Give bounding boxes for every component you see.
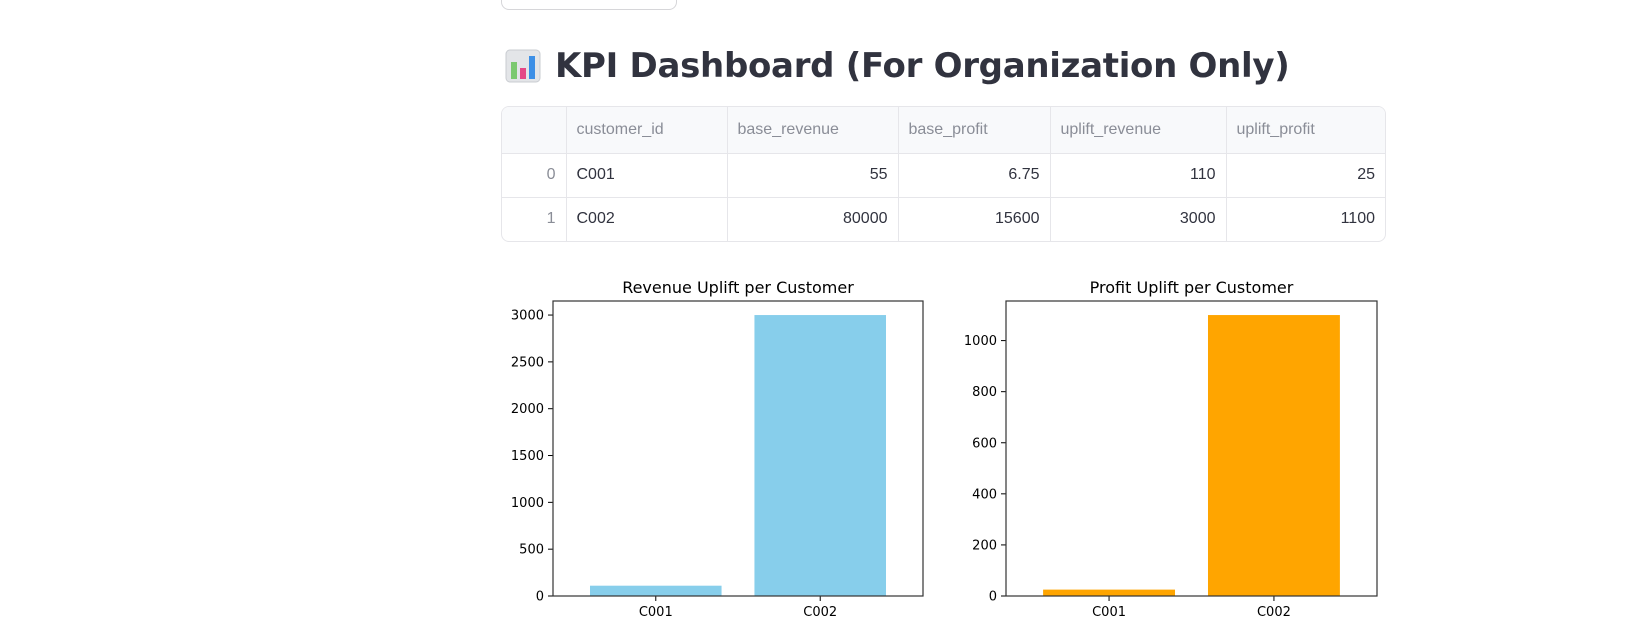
x-tick-label: C001 [639, 605, 673, 620]
cell-base-revenue[interactable]: 55 [727, 153, 899, 198]
y-tick-label: 1500 [511, 449, 544, 464]
table-row[interactable]: 0 C001 55 6.75 110 25 [502, 153, 1385, 198]
y-tick-label: 500 [519, 543, 544, 558]
kpi-table[interactable]: customer_id base_revenue base_profit upl… [501, 106, 1386, 242]
column-header-uplift-revenue[interactable]: uplift_revenue [1050, 107, 1227, 154]
y-tick-label: 2000 [511, 402, 544, 417]
plot-frame [552, 300, 924, 597]
column-header-customer-id[interactable]: customer_id [566, 107, 728, 154]
cell-base-profit[interactable]: 6.75 [898, 153, 1051, 198]
cell-base-revenue[interactable]: 80000 [727, 197, 899, 241]
top-select-widget[interactable] [501, 0, 677, 10]
bar-c002 [754, 315, 886, 596]
page-title: KPI Dashboard (For Organization Only) [555, 46, 1290, 86]
column-header-index[interactable] [502, 107, 567, 154]
table-header-row: customer_id base_revenue base_profit upl… [502, 107, 1385, 154]
cell-uplift-revenue[interactable]: 110 [1050, 153, 1227, 198]
y-tick-label: 600 [972, 436, 997, 451]
column-header-base-revenue[interactable]: base_revenue [727, 107, 899, 154]
plot-frame [1005, 300, 1378, 597]
bar-c001 [1043, 589, 1176, 596]
table-row[interactable]: 1 C002 80000 15600 3000 1100 [502, 197, 1385, 241]
cell-base-profit[interactable]: 15600 [898, 197, 1051, 241]
chart-title: Profit Uplift per Customer [1090, 278, 1294, 297]
bar-c002 [1207, 315, 1340, 596]
bar-chart-emoji-icon [505, 49, 541, 83]
cell-customer-id[interactable]: C001 [566, 153, 728, 198]
y-tick-label: 400 [972, 487, 997, 502]
cell-uplift-revenue[interactable]: 3000 [1050, 197, 1227, 241]
x-tick-label: C002 [1257, 605, 1291, 620]
column-header-base-profit[interactable]: base_profit [898, 107, 1051, 154]
y-tick-label: 1000 [511, 496, 544, 511]
y-tick-label: 800 [972, 385, 997, 400]
x-tick-label: C002 [803, 605, 837, 620]
row-index: 0 [502, 153, 567, 198]
row-index: 1 [502, 197, 567, 241]
uplift-charts: C001 C002050010001500200025003000Revenue … [511, 278, 1378, 620]
y-tick-label: 0 [536, 590, 544, 605]
y-tick-label: 1000 [964, 334, 997, 349]
y-tick-label: 200 [972, 538, 997, 553]
cell-uplift-profit[interactable]: 1100 [1226, 197, 1385, 241]
y-tick-label: 0 [989, 590, 997, 605]
page-heading: KPI Dashboard (For Organization Only) [505, 40, 1290, 92]
y-tick-label: 3000 [511, 309, 544, 324]
y-tick-label: 2500 [511, 355, 544, 370]
chart-title: Revenue Uplift per Customer [622, 278, 854, 297]
x-tick-label: C001 [1092, 605, 1126, 620]
cell-customer-id[interactable]: C002 [566, 197, 728, 241]
column-header-uplift-profit[interactable]: uplift_profit [1226, 107, 1385, 154]
cell-uplift-profit[interactable]: 25 [1226, 153, 1385, 198]
bar-c001 [590, 585, 722, 596]
